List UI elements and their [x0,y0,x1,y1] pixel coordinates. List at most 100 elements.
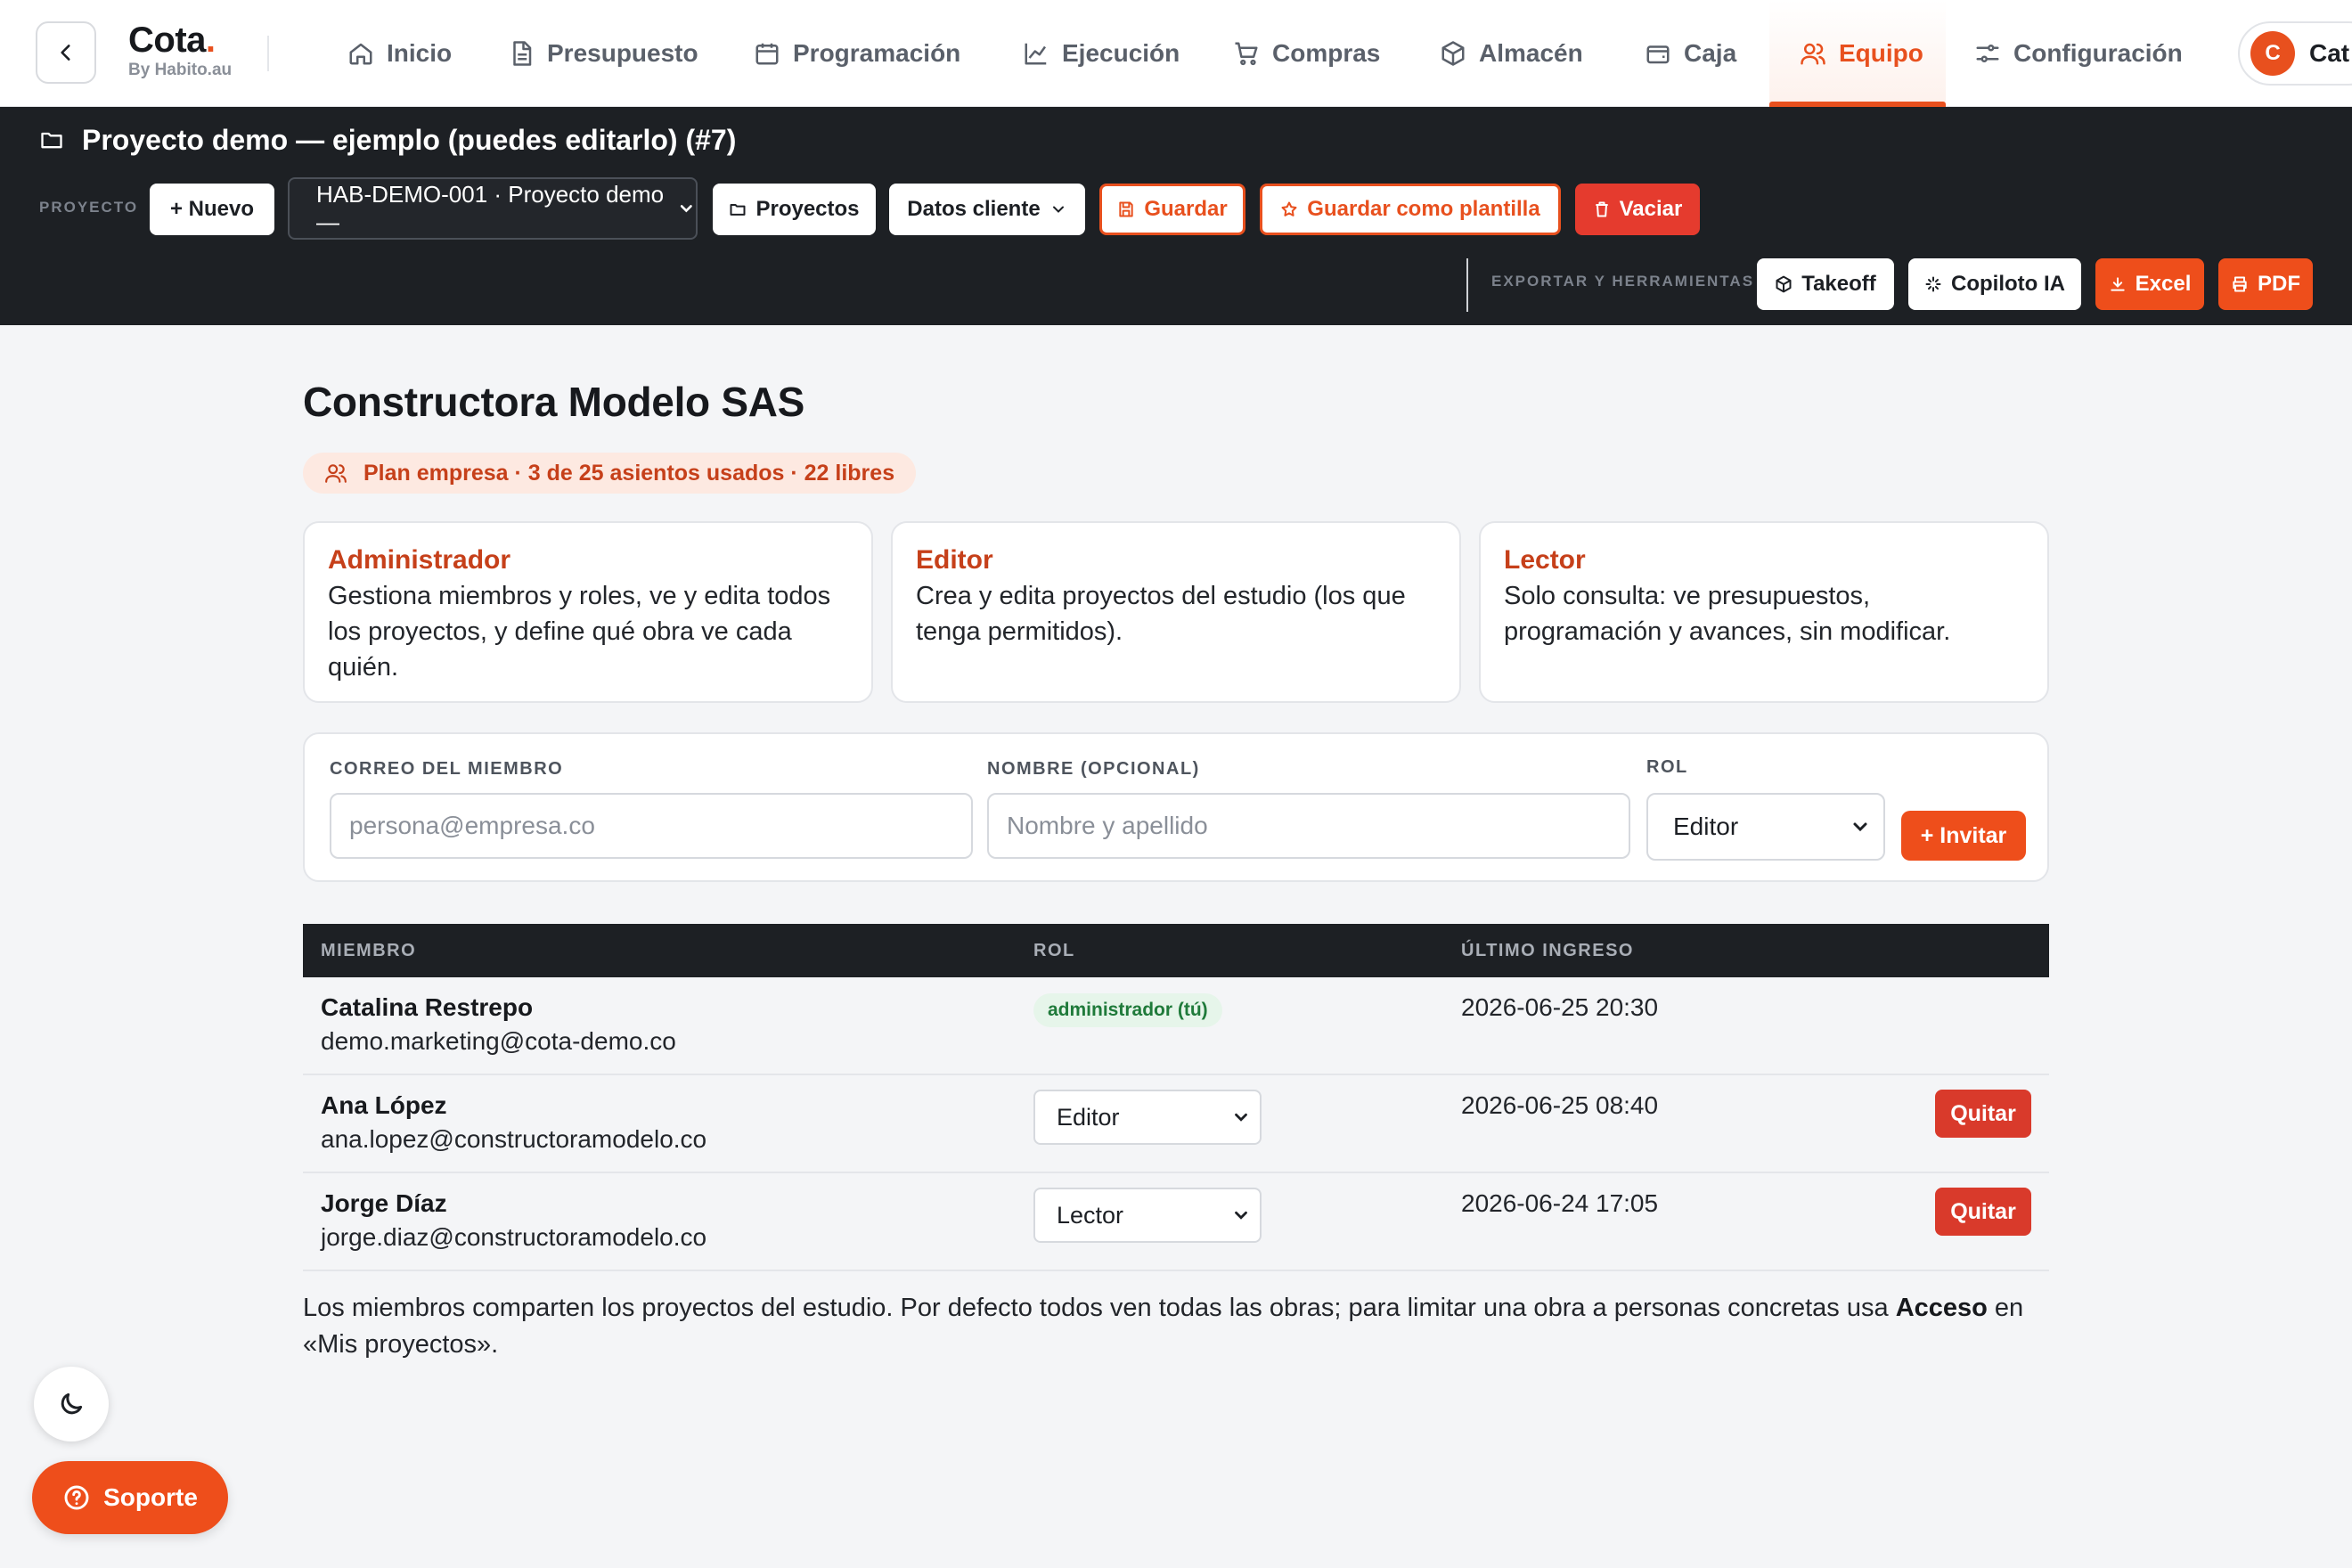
pdf-button[interactable]: PDF [2218,258,2313,310]
brand-name: Cota [128,20,206,60]
nav-label: Programación [793,39,961,67]
home-icon [349,43,372,65]
nav-caja[interactable]: Caja [1645,0,1736,107]
nav-label: Ejecución [1062,39,1180,67]
invite-button[interactable]: + Invitar [1901,811,2026,861]
nav-configuracion[interactable]: Configuración [1974,0,2183,107]
download-icon [2110,277,2125,291]
tools-section-label: EXPORTAR Y HERRAMIENTAS [1491,273,1755,290]
new-project-button[interactable]: + Nuevo [150,184,274,235]
member-email: jorge.diaz@constructoramodelo.co [321,1223,707,1251]
user-name: Cat [2309,39,2350,67]
brand-logo[interactable]: Cota. By Habito.au [128,20,232,80]
users-icon [325,464,347,483]
star-icon [1281,201,1297,216]
role-description: Gestiona miembros y roles, ve y edita to… [328,582,831,682]
clear-button[interactable]: Vaciar [1575,184,1700,235]
project-section-label: PROYECTO [39,199,139,216]
project-select-value: HAB-DEMO-001 · Proyecto demo — [316,181,665,235]
chevron-down-icon [1235,1113,1247,1122]
save-button-label: Guardar [1144,197,1228,221]
nav-label: Equipo [1839,39,1923,67]
copilot-button[interactable]: Copiloto IA [1908,258,2081,310]
nav-compras[interactable]: Compras [1233,0,1380,107]
users-icon [1801,43,1825,65]
folder-icon [730,204,746,216]
project-toolbar: Proyecto demo — ejemplo (puedes editarlo… [0,107,2352,325]
role-select-value: Editor [1673,813,1739,840]
member-name: Ana López [321,1091,447,1119]
plan-badge-text: Plan empresa · 3 de 25 asientos usados ·… [363,460,895,486]
trash-icon [1595,201,1608,217]
cart-icon [1235,42,1258,66]
folder-icon [41,132,62,149]
save-icon [1119,201,1133,217]
nav-label: Presupuesto [547,39,698,67]
nav-programacion[interactable]: Programación [754,0,960,107]
excel-button[interactable]: Excel [2095,258,2204,310]
pdf-label: PDF [2258,272,2300,296]
support-button[interactable]: Soporte [32,1461,228,1534]
save-button[interactable]: Guardar [1099,184,1245,235]
wallet-icon [1646,45,1670,64]
column-header-role: ROL [1033,940,1075,960]
invite-form: CORREO DEL MIEMBRO persona@empresa.co NO… [303,732,2049,882]
client-data-button[interactable]: Datos cliente [889,184,1085,235]
nav-almacen[interactable]: Almacén [1440,0,1583,107]
members-table: MIEMBRO ROL ÚLTIMO INGRESO Catalina Rest… [303,924,2049,1271]
name-field[interactable]: Nombre y apellido [987,793,1630,859]
save-template-label: Guardar como plantilla [1307,197,1540,221]
dark-mode-toggle[interactable] [34,1367,109,1441]
chevron-left-icon [61,45,70,61]
moon-icon [61,1392,83,1415]
nav-label: Compras [1272,39,1381,67]
role-card-editor: Editor Crea y edita proyectos del estudi… [891,521,1461,703]
plan-badge: Plan empresa · 3 de 25 asientos usados ·… [303,453,917,494]
nav-equipo[interactable]: Equipo [1800,0,1923,107]
nav-ejecucion[interactable]: Ejecución [1023,0,1180,107]
user-menu[interactable]: C Cat [2238,21,2352,86]
last-login: 2026-06-25 20:30 [1461,993,1659,1021]
copilot-label: Copiloto IA [1951,272,2065,296]
takeoff-button[interactable]: Takeoff [1757,258,1894,310]
chevron-down-icon [681,205,693,213]
top-navigation: Cota. By Habito.au Inicio Presupuesto Pr… [0,0,2352,107]
nav-presupuesto[interactable]: Presupuesto [508,0,698,107]
clear-button-label: Vaciar [1619,197,1683,221]
cube-icon [1776,275,1792,293]
project-select[interactable]: HAB-DEMO-001 · Proyecto demo — [288,177,698,240]
sliders-icon [1976,45,1999,62]
footnote: Los miembros comparten los proyectos del… [303,1290,2067,1363]
role-field-label: ROL [1646,757,1688,777]
avatar: C [2250,31,2295,76]
table-header: MIEMBRO ROL ÚLTIMO INGRESO [303,924,2049,977]
save-template-button[interactable]: Guardar como plantilla [1260,184,1561,235]
back-button[interactable] [36,21,96,84]
projects-button[interactable]: Proyectos [713,184,876,235]
member-email: demo.marketing@cota-demo.co [321,1027,676,1055]
column-header-member: MIEMBRO [321,940,417,960]
role-card-administrador: Administrador Gestiona miembros y roles,… [303,521,873,703]
project-title: Proyecto demo — ejemplo (puedes editarlo… [39,121,736,159]
email-field[interactable]: persona@empresa.co [330,793,973,859]
box-icon [1441,41,1465,66]
member-role-select[interactable]: Editor [1033,1090,1262,1145]
remove-member-button[interactable]: Quitar [1935,1188,2031,1236]
client-data-label: Datos cliente [907,197,1041,221]
member-role-select[interactable]: Lector [1033,1188,1262,1243]
project-title-text: Proyecto demo — ejemplo (puedes editarlo… [82,123,737,156]
member-email: ana.lopez@constructoramodelo.co [321,1125,707,1153]
excel-label: Excel [2135,272,2192,296]
nav-inicio[interactable]: Inicio [347,0,452,107]
nav-label: Caja [1684,39,1737,67]
remove-member-button[interactable]: Quitar [1935,1090,2031,1138]
member-role-value: Editor [1057,1103,1120,1131]
chevron-down-icon [1052,206,1064,213]
role-title: Administrador [328,545,511,575]
table-row: Catalina Restrepo demo.marketing@cota-de… [303,977,2049,1075]
role-select[interactable]: Editor [1646,793,1885,861]
nav-label: Almacén [1479,39,1583,67]
brand-subtitle: By Habito.au [128,61,233,79]
chevron-down-icon [1235,1211,1247,1220]
divider [267,36,269,71]
